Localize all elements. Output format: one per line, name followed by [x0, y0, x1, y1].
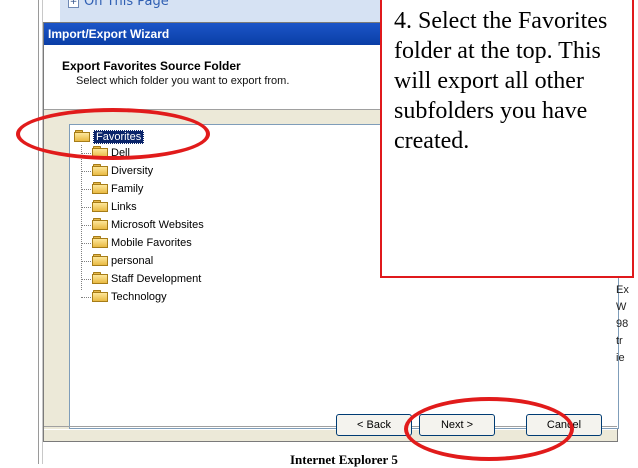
- tree-node-label: Microsoft Websites: [111, 219, 204, 231]
- on-this-page-link[interactable]: On This Page: [84, 0, 169, 9]
- tree-node-label: Staff Development: [111, 273, 202, 285]
- tree-connector: [81, 207, 91, 208]
- folder-icon: [92, 236, 108, 248]
- instruction-callout: 4. Select the Favorites folder at the to…: [380, 0, 634, 278]
- tree-node[interactable]: Family: [92, 181, 143, 197]
- side-text: tr: [616, 335, 623, 347]
- tree-node-label: Mobile Favorites: [111, 237, 192, 249]
- tree-node[interactable]: Staff Development: [92, 271, 201, 287]
- tree-node-label: Diversity: [111, 165, 154, 177]
- wizard-subheading: Select which folder you want to export f…: [76, 75, 290, 87]
- folder-icon: [92, 290, 108, 302]
- tree-node-label: Family: [111, 183, 144, 195]
- folder-icon: [92, 164, 108, 176]
- tree-connector: [81, 145, 82, 290]
- folder-icon: [92, 254, 108, 266]
- tree-node-label: Technology: [111, 291, 167, 303]
- tree-node-label: Links: [111, 201, 137, 213]
- tree-connector: [81, 171, 91, 172]
- tree-connector: [81, 297, 91, 298]
- tree-node[interactable]: Mobile Favorites: [92, 235, 192, 251]
- page-edge: [38, 0, 39, 464]
- tree-node[interactable]: Links: [92, 199, 137, 215]
- tree-connector: [81, 243, 91, 244]
- side-text: ie: [616, 352, 625, 364]
- tree-node[interactable]: Diversity: [92, 163, 153, 179]
- folder-icon: [92, 272, 108, 284]
- side-text: Ex: [616, 284, 629, 296]
- tree-connector: [81, 261, 91, 262]
- highlight-ellipse-favorites: [16, 108, 210, 160]
- side-text: 98: [616, 318, 629, 330]
- tree-node[interactable]: personal: [92, 253, 153, 269]
- tree-node[interactable]: Microsoft Websites: [92, 217, 204, 233]
- tree-connector: [81, 279, 91, 280]
- folder-icon: [92, 200, 108, 212]
- back-button[interactable]: < Back: [336, 414, 412, 436]
- highlight-ellipse-next: [404, 397, 574, 461]
- tree-node-label: personal: [111, 255, 154, 267]
- side-text: W: [616, 301, 627, 313]
- tree-connector: [81, 225, 91, 226]
- wizard-heading: Export Favorites Source Folder: [62, 59, 241, 73]
- callout-text: 4. Select the Favorites folder at the to…: [394, 8, 608, 154]
- expand-icon[interactable]: +: [68, 0, 79, 8]
- tree-connector: [81, 189, 91, 190]
- on-this-page-bar[interactable]: + On This Page: [60, 0, 400, 23]
- background-footer-text: Internet Explorer 5: [290, 452, 398, 467]
- folder-icon: [92, 218, 108, 230]
- folder-icon: [92, 182, 108, 194]
- tree-node[interactable]: Technology: [92, 289, 167, 305]
